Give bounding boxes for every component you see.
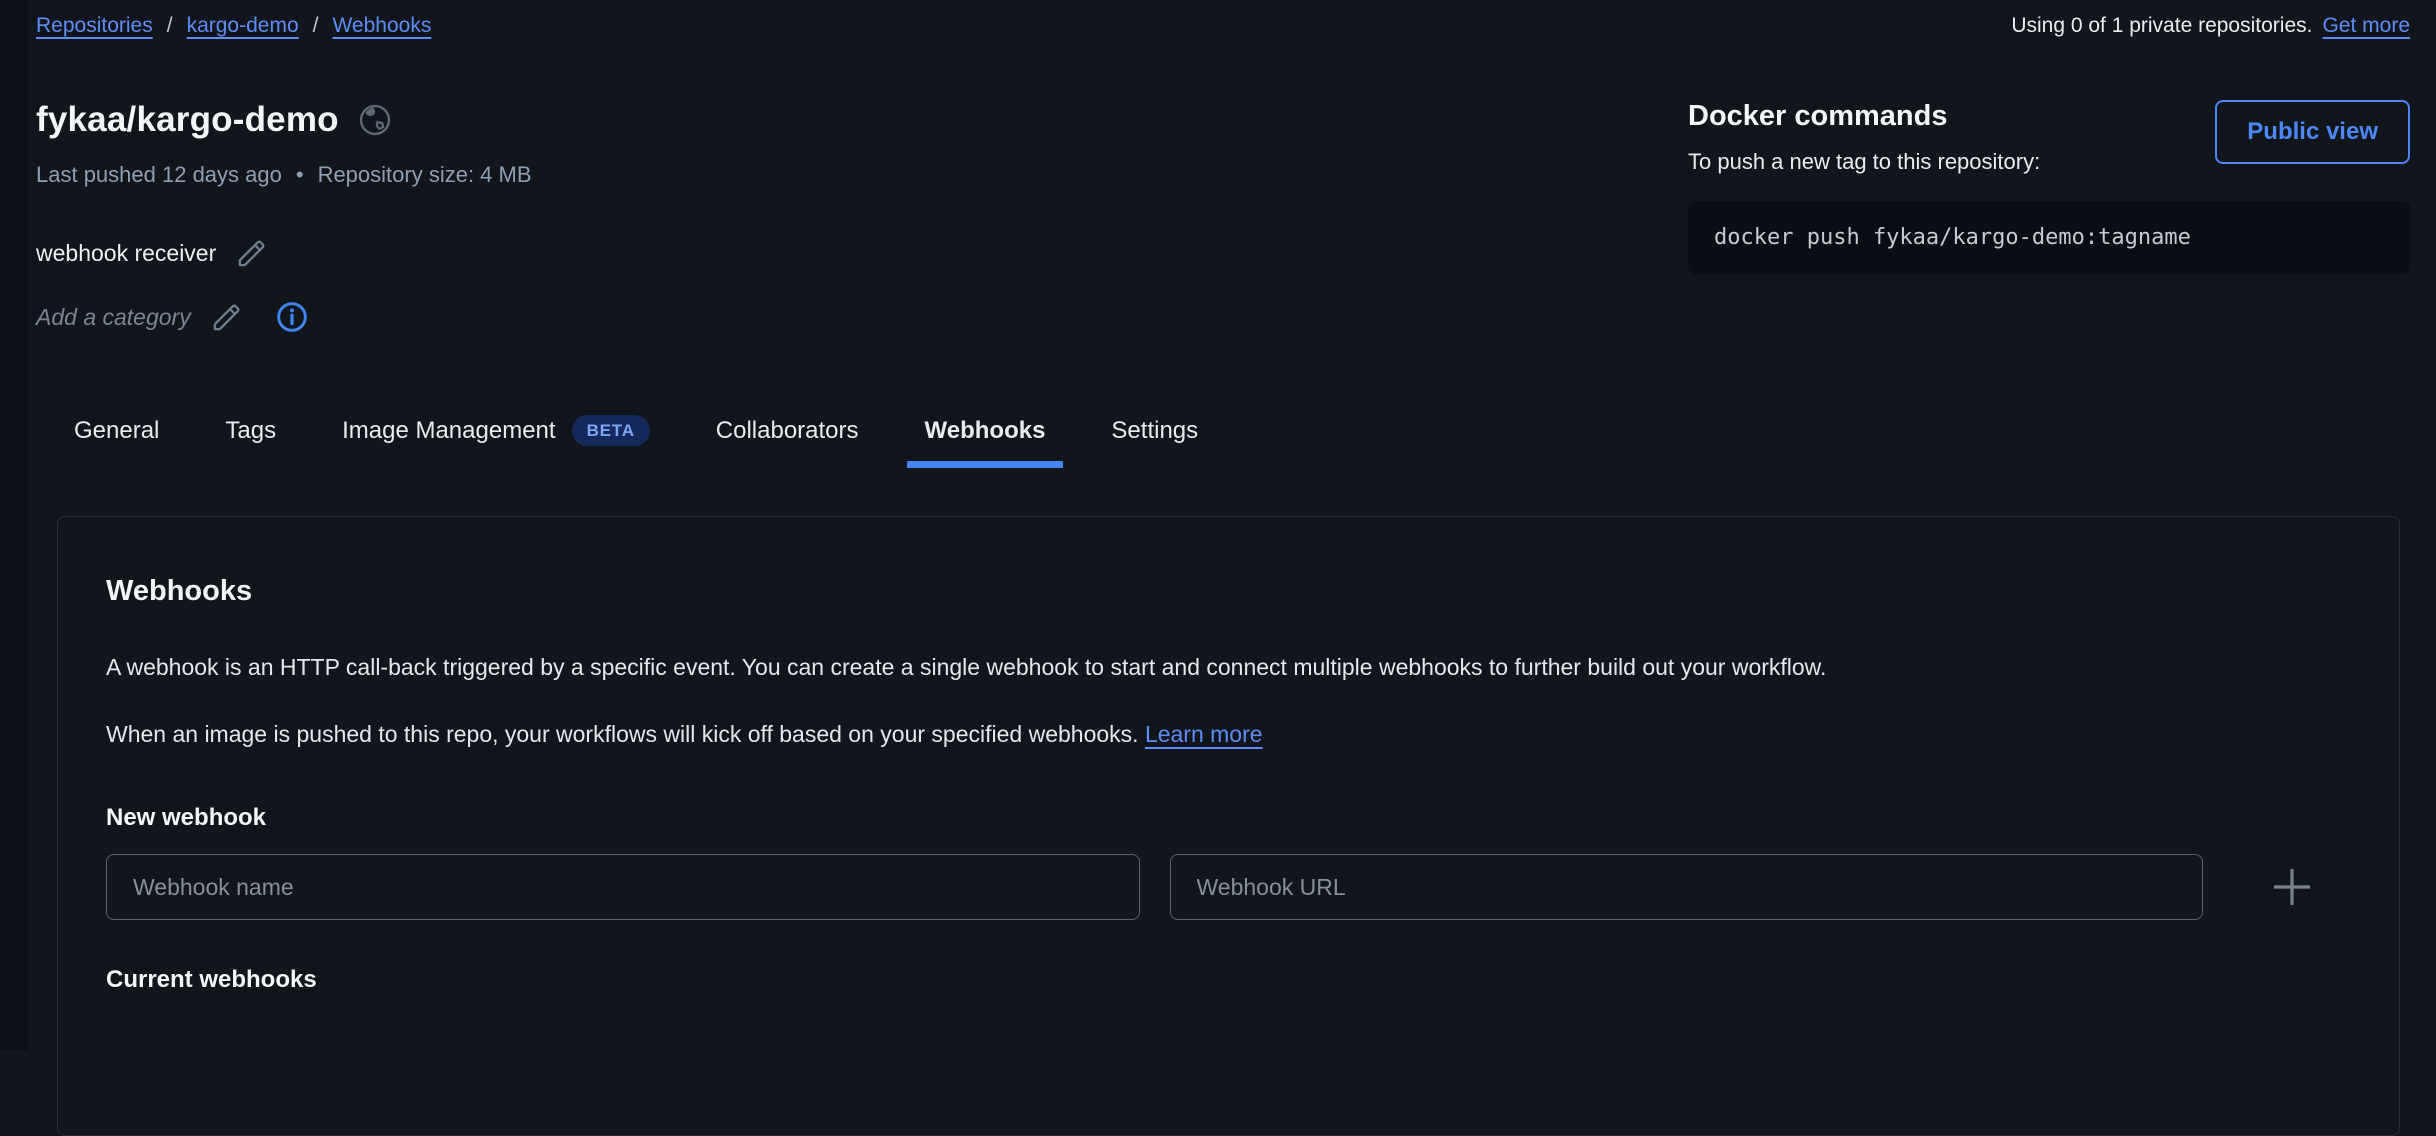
docker-push-command[interactable]: docker push fykaa/kargo-demo:tagname (1688, 201, 2410, 274)
repo-size-text: Repository size: 4 MB (318, 162, 532, 188)
repo-description-row: webhook receiver (36, 238, 532, 269)
webhooks-panel-title: Webhooks (106, 575, 2351, 608)
repo-tabs: General Tags Image Management BETA Colla… (36, 415, 2410, 468)
tab-label: General (74, 417, 159, 445)
repo-info-column: fykaa/kargo-demo Last pushed 12 days ago… (36, 100, 532, 333)
get-more-link[interactable]: Get more (2322, 14, 2410, 38)
webhooks-description-1: A webhook is an HTTP call-back triggered… (106, 652, 2351, 683)
push-instruction-text: To push a new tag to this repository: (1688, 149, 2040, 175)
breadcrumb-repo-link[interactable]: kargo-demo (187, 14, 299, 38)
docker-commands-title: Docker commands (1688, 100, 2040, 133)
breadcrumb-separator: / (313, 14, 319, 38)
repo-meta: Last pushed 12 days ago • Repository siz… (36, 162, 532, 188)
breadcrumb-separator: / (167, 14, 173, 38)
top-bar: Repositories / kargo-demo / Webhooks Usi… (36, 0, 2410, 38)
new-webhook-form (106, 854, 2351, 920)
repo-header: fykaa/kargo-demo Last pushed 12 days ago… (36, 100, 2410, 333)
category-info-icon[interactable] (276, 301, 308, 333)
add-webhook-button[interactable] (2233, 864, 2351, 910)
new-webhook-title: New webhook (106, 804, 2351, 832)
repo-title: fykaa/kargo-demo (36, 100, 339, 140)
repository-page: Repositories / kargo-demo / Webhooks Usi… (0, 0, 2436, 1136)
breadcrumb-repositories-link[interactable]: Repositories (36, 14, 153, 38)
edit-description-pencil-icon[interactable] (236, 238, 267, 269)
beta-badge: BETA (572, 415, 650, 446)
plus-icon (2269, 864, 2315, 910)
tab-webhooks[interactable]: Webhooks (907, 415, 1064, 468)
tab-label: Collaborators (716, 417, 859, 445)
usage-text: Using 0 of 1 private repositories. (2011, 14, 2312, 38)
repo-description: webhook receiver (36, 240, 216, 267)
tab-collaborators[interactable]: Collaborators (698, 415, 877, 468)
edit-category-pencil-icon[interactable] (211, 302, 242, 333)
webhooks-description-2: When an image is pushed to this repo, yo… (106, 719, 2351, 750)
tab-image-management[interactable]: Image Management BETA (324, 415, 668, 468)
webhook-url-input[interactable] (1170, 854, 2204, 920)
tab-label: Settings (1111, 417, 1198, 445)
category-row: Add a category (36, 301, 532, 333)
breadcrumb-webhooks-link[interactable]: Webhooks (332, 14, 431, 38)
tab-label: Webhooks (925, 417, 1046, 445)
tab-settings[interactable]: Settings (1093, 415, 1216, 468)
public-view-button[interactable]: Public view (2215, 100, 2410, 164)
breadcrumb: Repositories / kargo-demo / Webhooks (36, 14, 431, 38)
tab-label: Tags (225, 417, 276, 445)
tab-tags[interactable]: Tags (207, 415, 294, 468)
docker-commands-section: Docker commands To push a new tag to thi… (1688, 100, 2410, 333)
add-category-text: Add a category (36, 304, 191, 331)
learn-more-link[interactable]: Learn more (1145, 721, 1263, 747)
meta-dot-separator: • (296, 162, 304, 188)
last-pushed-text: Last pushed 12 days ago (36, 162, 282, 188)
tab-label: Image Management (342, 417, 555, 445)
webhook-name-input[interactable] (106, 854, 1140, 920)
tab-general[interactable]: General (56, 415, 177, 468)
description-2-text: When an image is pushed to this repo, yo… (106, 721, 1139, 747)
active-tab-underline (907, 461, 1064, 468)
webhooks-panel: Webhooks A webhook is an HTTP call-back … (57, 516, 2400, 1136)
globe-icon (357, 102, 393, 138)
private-repo-usage: Using 0 of 1 private repositories. Get m… (2011, 14, 2410, 38)
current-webhooks-title: Current webhooks (106, 966, 2351, 994)
